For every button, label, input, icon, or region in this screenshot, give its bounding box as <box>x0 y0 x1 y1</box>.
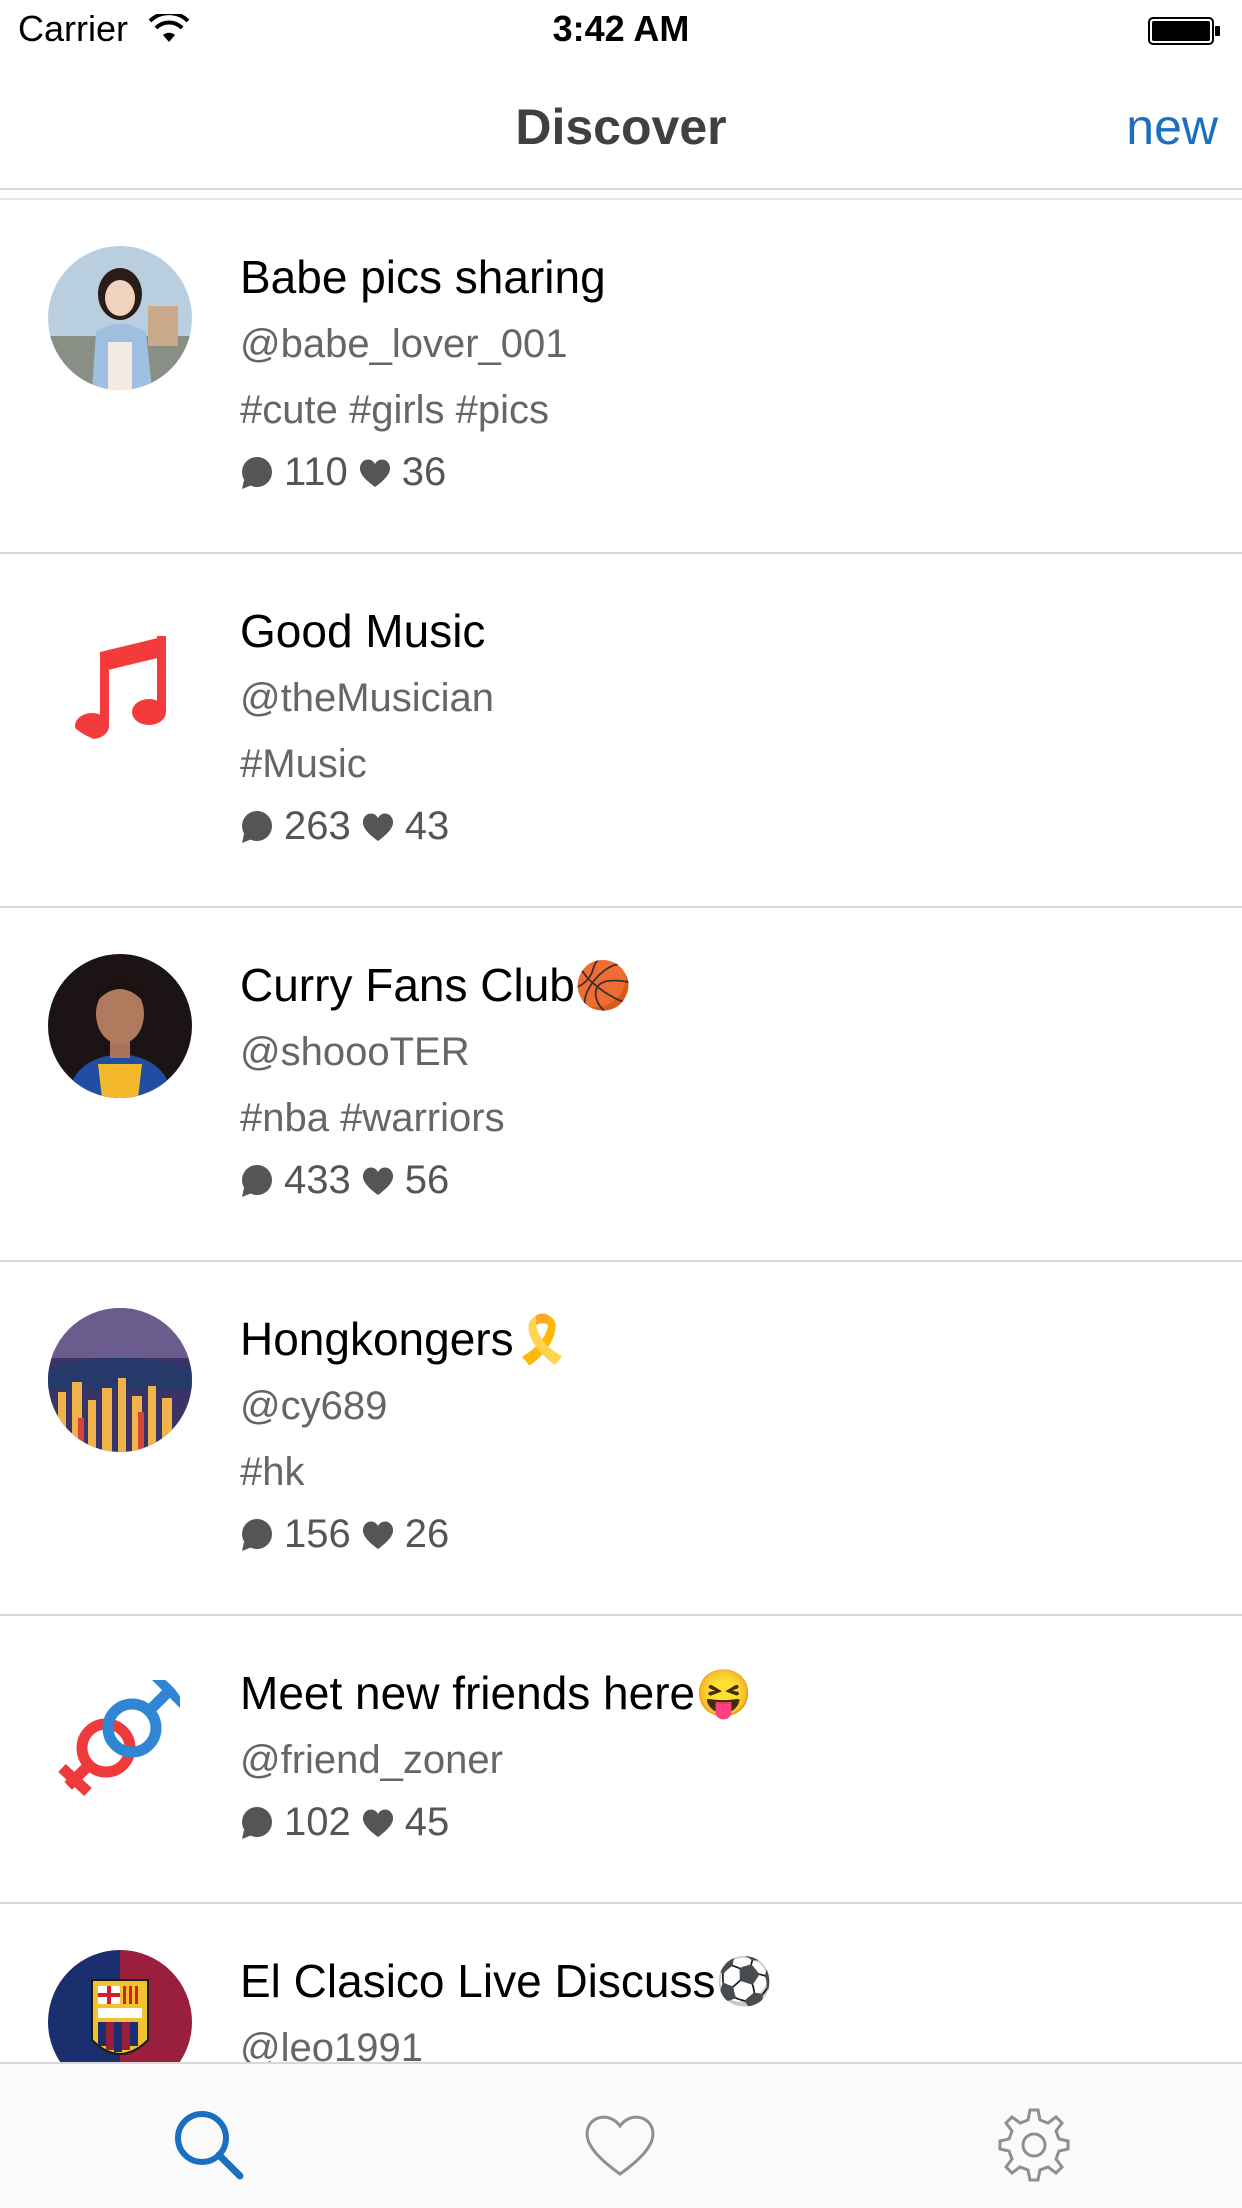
status-bar: Carrier 3:42 AM <box>0 0 1242 60</box>
comment-count: 102 <box>284 1800 351 1844</box>
gear-icon[interactable] <box>994 2104 1074 2184</box>
heart-icon <box>362 813 393 841</box>
avatar-photo <box>48 954 192 1098</box>
channel-list[interactable]: Babe pics sharing @babe_lover_001 #cute … <box>0 200 1242 2064</box>
avatar <box>48 1308 192 1452</box>
tab-bar <box>0 2062 1242 2208</box>
channel-username: @theMusician <box>240 676 495 720</box>
channel-tags: #cute #girls #pics <box>240 388 550 432</box>
heart-icon <box>362 1809 393 1837</box>
channel-username: @cy689 <box>240 1384 388 1428</box>
battery-icon <box>1148 17 1220 45</box>
comment-icon <box>242 810 272 843</box>
search-icon[interactable] <box>168 2104 248 2184</box>
like-count: 26 <box>404 1512 450 1556</box>
gender-symbols-icon <box>48 1664 192 1808</box>
comment-count: 156 <box>284 1512 351 1556</box>
channel-stats: 102 45 <box>240 1800 449 1845</box>
channel-title: Babe pics sharing <box>240 251 606 303</box>
new-button[interactable]: new <box>1126 98 1218 156</box>
like-count: 43 <box>404 804 450 848</box>
like-count: 36 <box>401 450 447 494</box>
channel-stats: 433 56 <box>240 1158 449 1203</box>
heart-icon <box>362 1521 393 1549</box>
channel-title: Hongkongers🎗️ <box>240 1313 571 1365</box>
like-count: 56 <box>404 1158 450 1202</box>
avatar-photo <box>48 246 192 390</box>
music-note-icon <box>48 600 192 744</box>
navigation-bar: Discover new <box>0 60 1242 190</box>
channel-tags: #hk <box>240 1450 305 1494</box>
heart-icon <box>362 1167 393 1195</box>
avatar <box>48 600 192 744</box>
comment-icon <box>242 1518 272 1551</box>
comment-count: 433 <box>284 1158 351 1202</box>
list-item[interactable]: Hongkongers🎗️ @cy689 #hk 156 26 <box>0 1262 1242 1616</box>
channel-title: Meet new friends here😝 <box>240 1667 753 1719</box>
nav-divider <box>0 188 1242 190</box>
list-item[interactable]: Good Music @theMusician #Music 263 43 <box>0 554 1242 908</box>
channel-username: @babe_lover_001 <box>240 322 568 366</box>
avatar <box>48 246 192 390</box>
avatar <box>48 954 192 1098</box>
channel-stats: 156 26 <box>240 1512 449 1557</box>
channel-stats: 263 43 <box>240 804 449 849</box>
avatar-photo <box>48 1308 192 1452</box>
list-item[interactable]: Curry Fans Club🏀 @shoooTER #nba #warrior… <box>0 908 1242 1262</box>
comment-icon <box>242 1806 272 1839</box>
channel-username: @friend_zoner <box>240 1738 503 1782</box>
heart-icon[interactable] <box>580 2104 660 2184</box>
channel-title: Curry Fans Club🏀 <box>240 959 633 1011</box>
avatar <box>48 1664 192 1808</box>
channel-stats: 110 36 <box>240 450 446 495</box>
channel-title: El Clasico Live Discuss⚽ <box>240 1955 773 2007</box>
comment-count: 110 <box>284 450 348 494</box>
channel-username: @leo1991 <box>240 2026 423 2064</box>
channel-title: Good Music <box>240 605 486 657</box>
status-time: 3:42 AM <box>552 8 690 49</box>
list-item[interactable]: Meet new friends here😝 @friend_zoner 102… <box>0 1616 1242 1904</box>
avatar <box>48 1950 192 2064</box>
list-item[interactable]: El Clasico Live Discuss⚽ @leo1991 <box>0 1904 1242 2064</box>
comment-count: 263 <box>284 804 351 848</box>
comment-icon <box>242 456 272 489</box>
fcb-crest-icon <box>48 1950 192 2064</box>
list-item[interactable]: Babe pics sharing @babe_lover_001 #cute … <box>0 200 1242 554</box>
heart-icon <box>359 459 390 487</box>
channel-tags: #nba #warriors <box>240 1096 505 1140</box>
channel-username: @shoooTER <box>240 1030 470 1074</box>
like-count: 45 <box>404 1800 450 1844</box>
comment-icon <box>242 1164 272 1197</box>
page-title: Discover <box>515 99 727 155</box>
channel-tags: #Music <box>240 742 367 786</box>
